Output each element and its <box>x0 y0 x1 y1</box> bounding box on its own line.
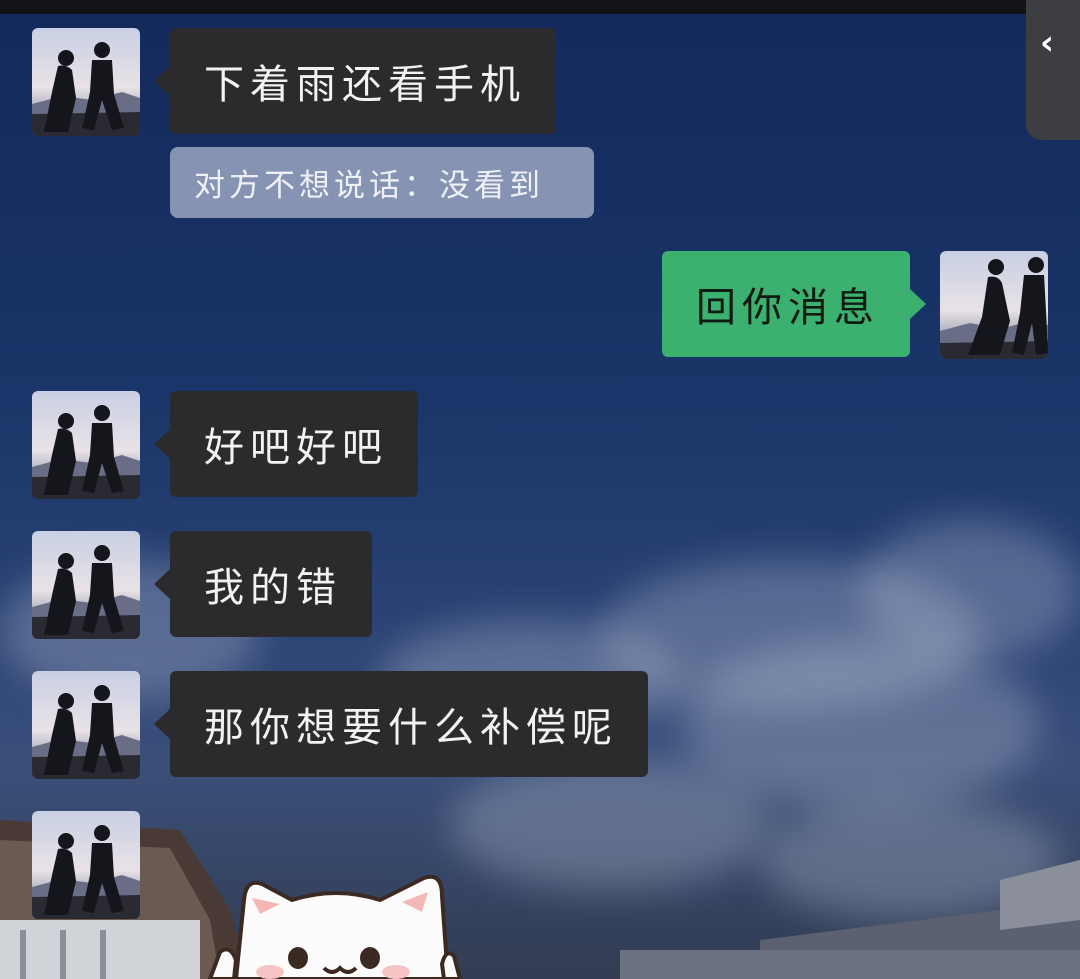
status-bar-strip <box>0 0 1080 14</box>
contact-avatar[interactable] <box>32 671 140 779</box>
message-bubble-incoming[interactable]: 我的错 <box>154 531 372 637</box>
back-button[interactable]: ‹ <box>1026 0 1080 140</box>
message-text: 下着雨还看手机 <box>204 62 526 108</box>
message-bubble-incoming[interactable]: 那你想要什么补偿呢 <box>154 671 648 777</box>
message-bubble-outgoing[interactable]: 回你消息 <box>662 251 926 357</box>
system-notice: 对方不想说话：没看到 <box>170 147 594 218</box>
contact-avatar[interactable] <box>32 391 140 499</box>
contact-avatar[interactable] <box>32 531 140 639</box>
contact-avatar[interactable] <box>32 28 140 136</box>
contact-avatar[interactable] <box>32 811 140 919</box>
background-building <box>620 860 1080 979</box>
white-cat-sticker[interactable] <box>196 860 476 979</box>
my-avatar[interactable] <box>940 251 1048 359</box>
background-cloud <box>860 520 1080 660</box>
message-text: 那你想要什么补偿呢 <box>204 705 618 751</box>
message-text: 好吧好吧 <box>204 425 388 471</box>
chevron-left-icon: ‹ <box>1040 23 1055 63</box>
message-bubble-incoming[interactable]: 下着雨还看手机 <box>154 28 556 134</box>
message-bubble-incoming[interactable]: 好吧好吧 <box>154 391 418 497</box>
message-text: 我的错 <box>204 565 342 611</box>
message-text: 回你消息 <box>696 285 880 331</box>
system-notice-text: 对方不想说话：没看到 <box>194 168 544 204</box>
